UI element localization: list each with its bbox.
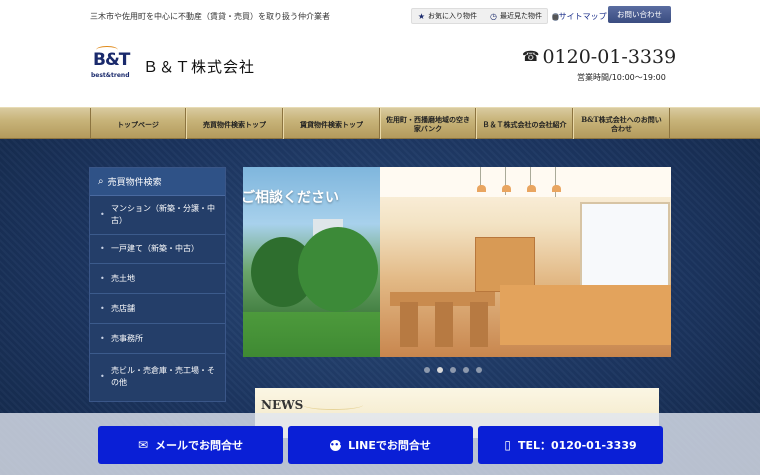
sidebar-item-mansion[interactable]: • マンション（新築・分譲・中古） xyxy=(90,196,225,235)
bottom-cta-bar: ✉ メールでお問合せ ••• LINEでお問合せ ▯ TEL：0120-01-3… xyxy=(0,413,760,475)
site-tagline: 三木市や佐用町を中心に不動産（賃貸・売買）を取り扱う仲介業者 xyxy=(90,12,330,21)
nav-item-rental-search[interactable]: 賃貸物件検索トップ xyxy=(283,108,380,140)
sidebar-item-label: 売土地 xyxy=(111,273,135,283)
global-nav: トップページ 売買物件検索トップ 賃貸物件検索トップ 佐用町・西播磨地域の空き家… xyxy=(0,107,760,140)
contact-button[interactable]: お問い合わせ xyxy=(608,6,671,23)
sidebar-item-label: 売店舗 xyxy=(111,303,135,313)
nav-item-contact[interactable]: B&T株式会社へのお問い合わせ xyxy=(573,108,670,140)
sidebar: ⌕ 売買物件検索 • マンション（新築・分譲・中古） • 一戸建て（新築・中古）… xyxy=(89,167,226,402)
sidebar-title-label: 売買物件検索 xyxy=(107,178,162,188)
shelf-shape xyxy=(475,237,535,292)
mail-contact-label: メールでお問合せ xyxy=(155,439,244,452)
nav-item-vacant-house-bank[interactable]: 佐用町・西播磨地域の空き家バンク xyxy=(380,108,476,140)
sitemap-label: サイトマップ xyxy=(558,12,607,21)
line-contact-button[interactable]: ••• LINEでお問合せ xyxy=(288,426,473,464)
sidebar-item-label: 一戸建て（新築・中古） xyxy=(111,244,199,253)
slider-dot[interactable] xyxy=(424,367,430,373)
pendant-lamp xyxy=(552,167,563,197)
line-contact-label: LINEでお問合せ xyxy=(348,439,431,452)
tel-contact-label: TEL：0120-01-3339 xyxy=(517,439,637,452)
recently-viewed-link[interactable]: ◷ 最近見た物件 xyxy=(484,11,542,21)
chair-shape xyxy=(400,302,418,347)
logo-mark: B&T xyxy=(93,50,130,70)
mail-contact-button[interactable]: ✉ メールでお問合せ xyxy=(98,426,283,464)
nav-item-sale-search[interactable]: 売買物件検索トップ xyxy=(186,108,283,140)
slider-dot[interactable] xyxy=(450,367,456,373)
sidebar-item-house[interactable]: • 一戸建て（新築・中古） xyxy=(90,235,225,264)
logo-subtitle: best&trend xyxy=(91,72,130,79)
slider-dot[interactable] xyxy=(437,367,443,373)
sidebar-item-land[interactable]: • 売土地 xyxy=(90,264,225,294)
business-hours: 営業時間/10:00～19:00 xyxy=(577,73,666,82)
chat-icon: ••• xyxy=(330,439,344,451)
bullet-icon: ■ xyxy=(552,13,559,21)
recently-viewed-label: 最近見た物件 xyxy=(500,12,542,20)
sidebar-item-label: マンション（新築・分譲・中古） xyxy=(111,204,215,225)
slider-dot[interactable] xyxy=(476,367,482,373)
chair-shape xyxy=(470,302,488,347)
site-header: 三木市や佐用町を中心に不動産（賃貸・売買）を取り扱う仲介業者 ★ お気に入り物件… xyxy=(0,0,760,107)
bullet-icon: • xyxy=(100,371,105,381)
sidebar-item-office[interactable]: • 売事務所 xyxy=(90,324,225,354)
news-title: NEWS xyxy=(261,398,304,412)
util-links: ★ お気に入り物件 ◷ 最近見た物件 xyxy=(411,8,548,24)
ceiling-shape xyxy=(380,167,671,197)
pendant-lamp xyxy=(477,167,488,192)
pendant-lamp xyxy=(527,167,538,192)
nav-item-company-profile[interactable]: Ｂ＆Ｔ株式会社の会社紹介 xyxy=(476,108,573,140)
smartphone-icon: ▯ xyxy=(504,438,511,452)
bullet-icon: • xyxy=(100,333,105,343)
phone-icon: ☎ xyxy=(522,49,540,65)
sidebar-item-label: 売ビル・売倉庫・売工場・その他 xyxy=(111,365,215,387)
sitemap-link[interactable]: ■サイトマップ xyxy=(552,11,607,22)
sidebar-title: ⌕ 売買物件検索 xyxy=(90,168,225,196)
tel-contact-button[interactable]: ▯ TEL：0120-01-3339 xyxy=(478,426,663,464)
sidebar-item-label: 売事務所 xyxy=(111,333,143,343)
history-icon: ◷ xyxy=(490,11,497,21)
company-name: Ｂ＆Ｔ株式会社 xyxy=(143,58,256,76)
bullet-icon: • xyxy=(100,244,105,253)
news-ornament xyxy=(303,400,363,410)
star-icon: ★ xyxy=(417,11,426,21)
bullet-icon: • xyxy=(100,210,105,219)
nav-item-top[interactable]: トップページ xyxy=(90,108,186,140)
sidebar-item-store[interactable]: • 売店舗 xyxy=(90,294,225,324)
phone-number[interactable]: ☎ 0120-01-3339 xyxy=(522,46,676,68)
hero-slider[interactable]: ご相談ください xyxy=(243,167,671,357)
favorites-link[interactable]: ★ お気に入り物件 xyxy=(412,11,484,21)
slide-caption: ご相談ください xyxy=(243,190,339,206)
slide-image-interior xyxy=(380,167,671,357)
logo[interactable]: B&T best&trend xyxy=(90,46,134,82)
phone-text: 0120-01-3339 xyxy=(542,46,677,68)
sidebar-item-building-other[interactable]: • 売ビル・売倉庫・売工場・その他 xyxy=(90,354,225,399)
window-shape xyxy=(580,202,670,297)
search-icon: ⌕ xyxy=(98,176,104,187)
favorites-label: お気に入り物件 xyxy=(428,12,477,20)
pendant-lamp xyxy=(502,167,513,195)
tree-shape xyxy=(298,227,378,312)
bullet-icon: • xyxy=(100,273,105,283)
slide-image-park: ご相談ください xyxy=(243,167,380,357)
mail-icon: ✉ xyxy=(137,438,149,452)
lawn-shape xyxy=(243,312,380,357)
slider-dot[interactable] xyxy=(463,367,469,373)
bullet-icon: • xyxy=(100,303,105,313)
counter-shape xyxy=(500,285,671,345)
slider-dots xyxy=(424,367,482,373)
chair-shape xyxy=(435,302,453,347)
